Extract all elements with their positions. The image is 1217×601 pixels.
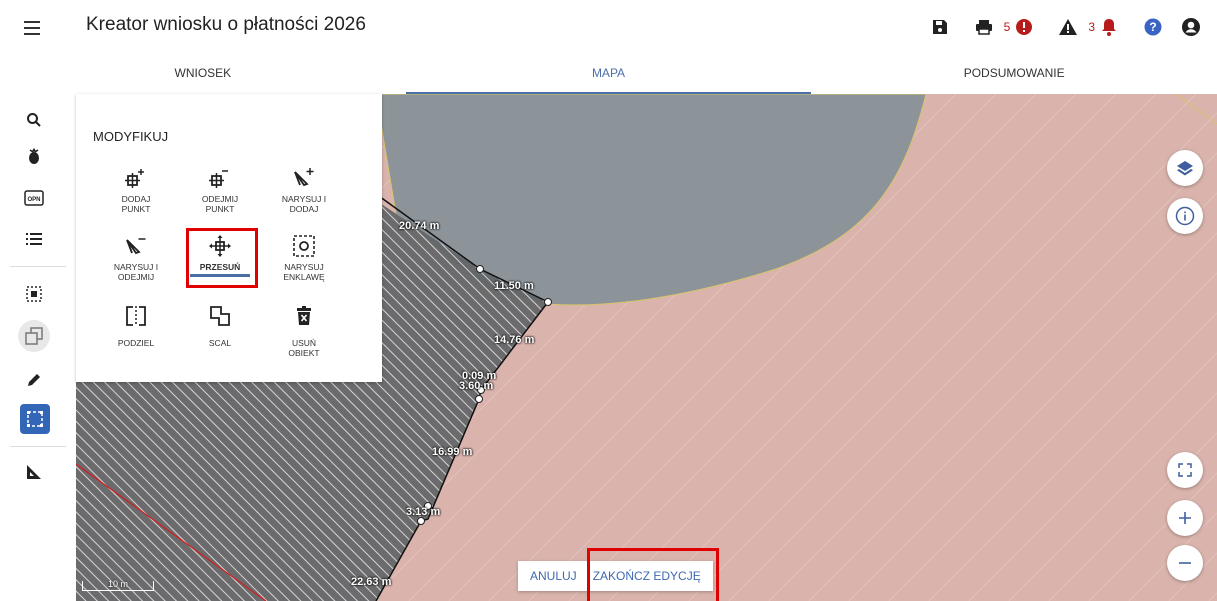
toolbar-divider xyxy=(10,446,66,447)
help-icon[interactable]: ? xyxy=(1141,15,1165,39)
distance-label: 22.63 m xyxy=(351,576,392,588)
pencil-icon[interactable] xyxy=(20,366,48,394)
tool-label: SCAL xyxy=(208,338,232,348)
draw-add-icon xyxy=(266,166,342,190)
tool-remove-point[interactable]: ODEJMIJ PUNKT xyxy=(182,166,258,214)
modify-tool-icon[interactable] xyxy=(20,404,50,434)
tool-merge[interactable]: SCAL xyxy=(182,304,258,348)
left-toolbar: OPN xyxy=(0,94,76,601)
distance-label: 3.60 m xyxy=(459,380,494,392)
errors-count: 5 xyxy=(1003,20,1011,34)
panel-title: MODYFIKUJ xyxy=(93,129,169,144)
cancel-button[interactable]: ANULUJ xyxy=(524,561,583,591)
layers-icon[interactable] xyxy=(1167,150,1203,186)
tool-label: NARYSUJ ENKLAWĘ xyxy=(283,262,325,282)
crop-icon[interactable] xyxy=(20,142,48,170)
svg-text:?: ? xyxy=(1149,20,1156,34)
highlight-frame xyxy=(587,548,719,601)
top-actions: 5 3 ? xyxy=(928,14,1203,40)
tool-label: USUŃ OBIEKT xyxy=(288,338,320,358)
save-icon[interactable] xyxy=(928,15,952,39)
distance-label: 3.13 m xyxy=(406,506,441,518)
tool-delete-object[interactable]: USUŃ OBIEKT xyxy=(266,304,342,358)
error-icon[interactable] xyxy=(1012,15,1036,39)
zoom-in-icon[interactable] xyxy=(1167,500,1203,536)
delete-icon xyxy=(266,304,342,328)
copy-layers-icon[interactable] xyxy=(18,320,50,352)
add-point-icon xyxy=(98,166,174,190)
split-icon xyxy=(98,304,174,328)
distance-label: 16.99 m xyxy=(432,446,473,458)
tool-draw-add[interactable]: NARYSUJ I DODAJ xyxy=(266,166,342,214)
highlight-frame xyxy=(186,228,258,288)
tab-podsumowanie[interactable]: PODSUMOWANIE xyxy=(811,56,1217,94)
tool-label: NARYSUJ I ODEJMIJ xyxy=(113,262,159,282)
measure-icon[interactable] xyxy=(20,458,48,486)
merge-icon xyxy=(182,304,258,328)
distance-label: 14.76 m xyxy=(494,334,535,346)
tool-label: NARYSUJ I DODAJ xyxy=(281,194,327,214)
svg-text:OPN: OPN xyxy=(27,197,40,203)
tool-add-point[interactable]: DODAJ PUNKT xyxy=(98,166,174,214)
tool-label: PODZIEL xyxy=(117,338,155,348)
scale-label: 10 m xyxy=(108,579,129,589)
tool-label: DODAJ PUNKT xyxy=(121,194,151,214)
menu-icon[interactable] xyxy=(20,14,46,42)
warning-icon[interactable] xyxy=(1056,15,1080,39)
warnings-count: 3 xyxy=(1088,20,1095,34)
page-title: Kreator wniosku o płatności 2026 xyxy=(86,14,366,35)
tool-split[interactable]: PODZIEL xyxy=(98,304,174,348)
tool-draw-subtract[interactable]: NARYSUJ I ODEJMIJ xyxy=(98,234,174,282)
enclave-icon xyxy=(266,234,342,258)
tab-wniosek[interactable]: WNIOSEK xyxy=(0,56,406,94)
tool-label: ODEJMIJ PUNKT xyxy=(201,194,239,214)
zoom-out-icon[interactable] xyxy=(1167,545,1203,581)
search-icon[interactable] xyxy=(20,106,48,134)
toolbar-divider xyxy=(10,266,66,267)
print-icon[interactable] xyxy=(972,15,996,39)
info-icon[interactable] xyxy=(1167,198,1203,234)
fullscreen-icon[interactable] xyxy=(1167,452,1203,488)
tab-mapa[interactable]: MAPA xyxy=(405,56,812,94)
select-area-icon[interactable] xyxy=(20,280,48,308)
draw-subtract-icon xyxy=(98,234,174,258)
main-tabs: WNIOSEK MAPA PODSUMOWANIE xyxy=(0,56,1217,94)
tool-enclave[interactable]: NARYSUJ ENKLAWĘ xyxy=(266,234,342,282)
remove-point-icon xyxy=(182,166,258,190)
opn-icon[interactable]: OPN xyxy=(20,184,48,212)
list-icon[interactable] xyxy=(20,225,48,253)
notification-bell-icon[interactable] xyxy=(1097,15,1121,39)
distance-label: 20.74 m xyxy=(399,220,440,232)
top-bar: Kreator wniosku o płatności 2026 5 3 ? xyxy=(0,0,1217,56)
distance-label: 11.50 m xyxy=(494,280,534,292)
user-account-icon[interactable] xyxy=(1179,15,1203,39)
